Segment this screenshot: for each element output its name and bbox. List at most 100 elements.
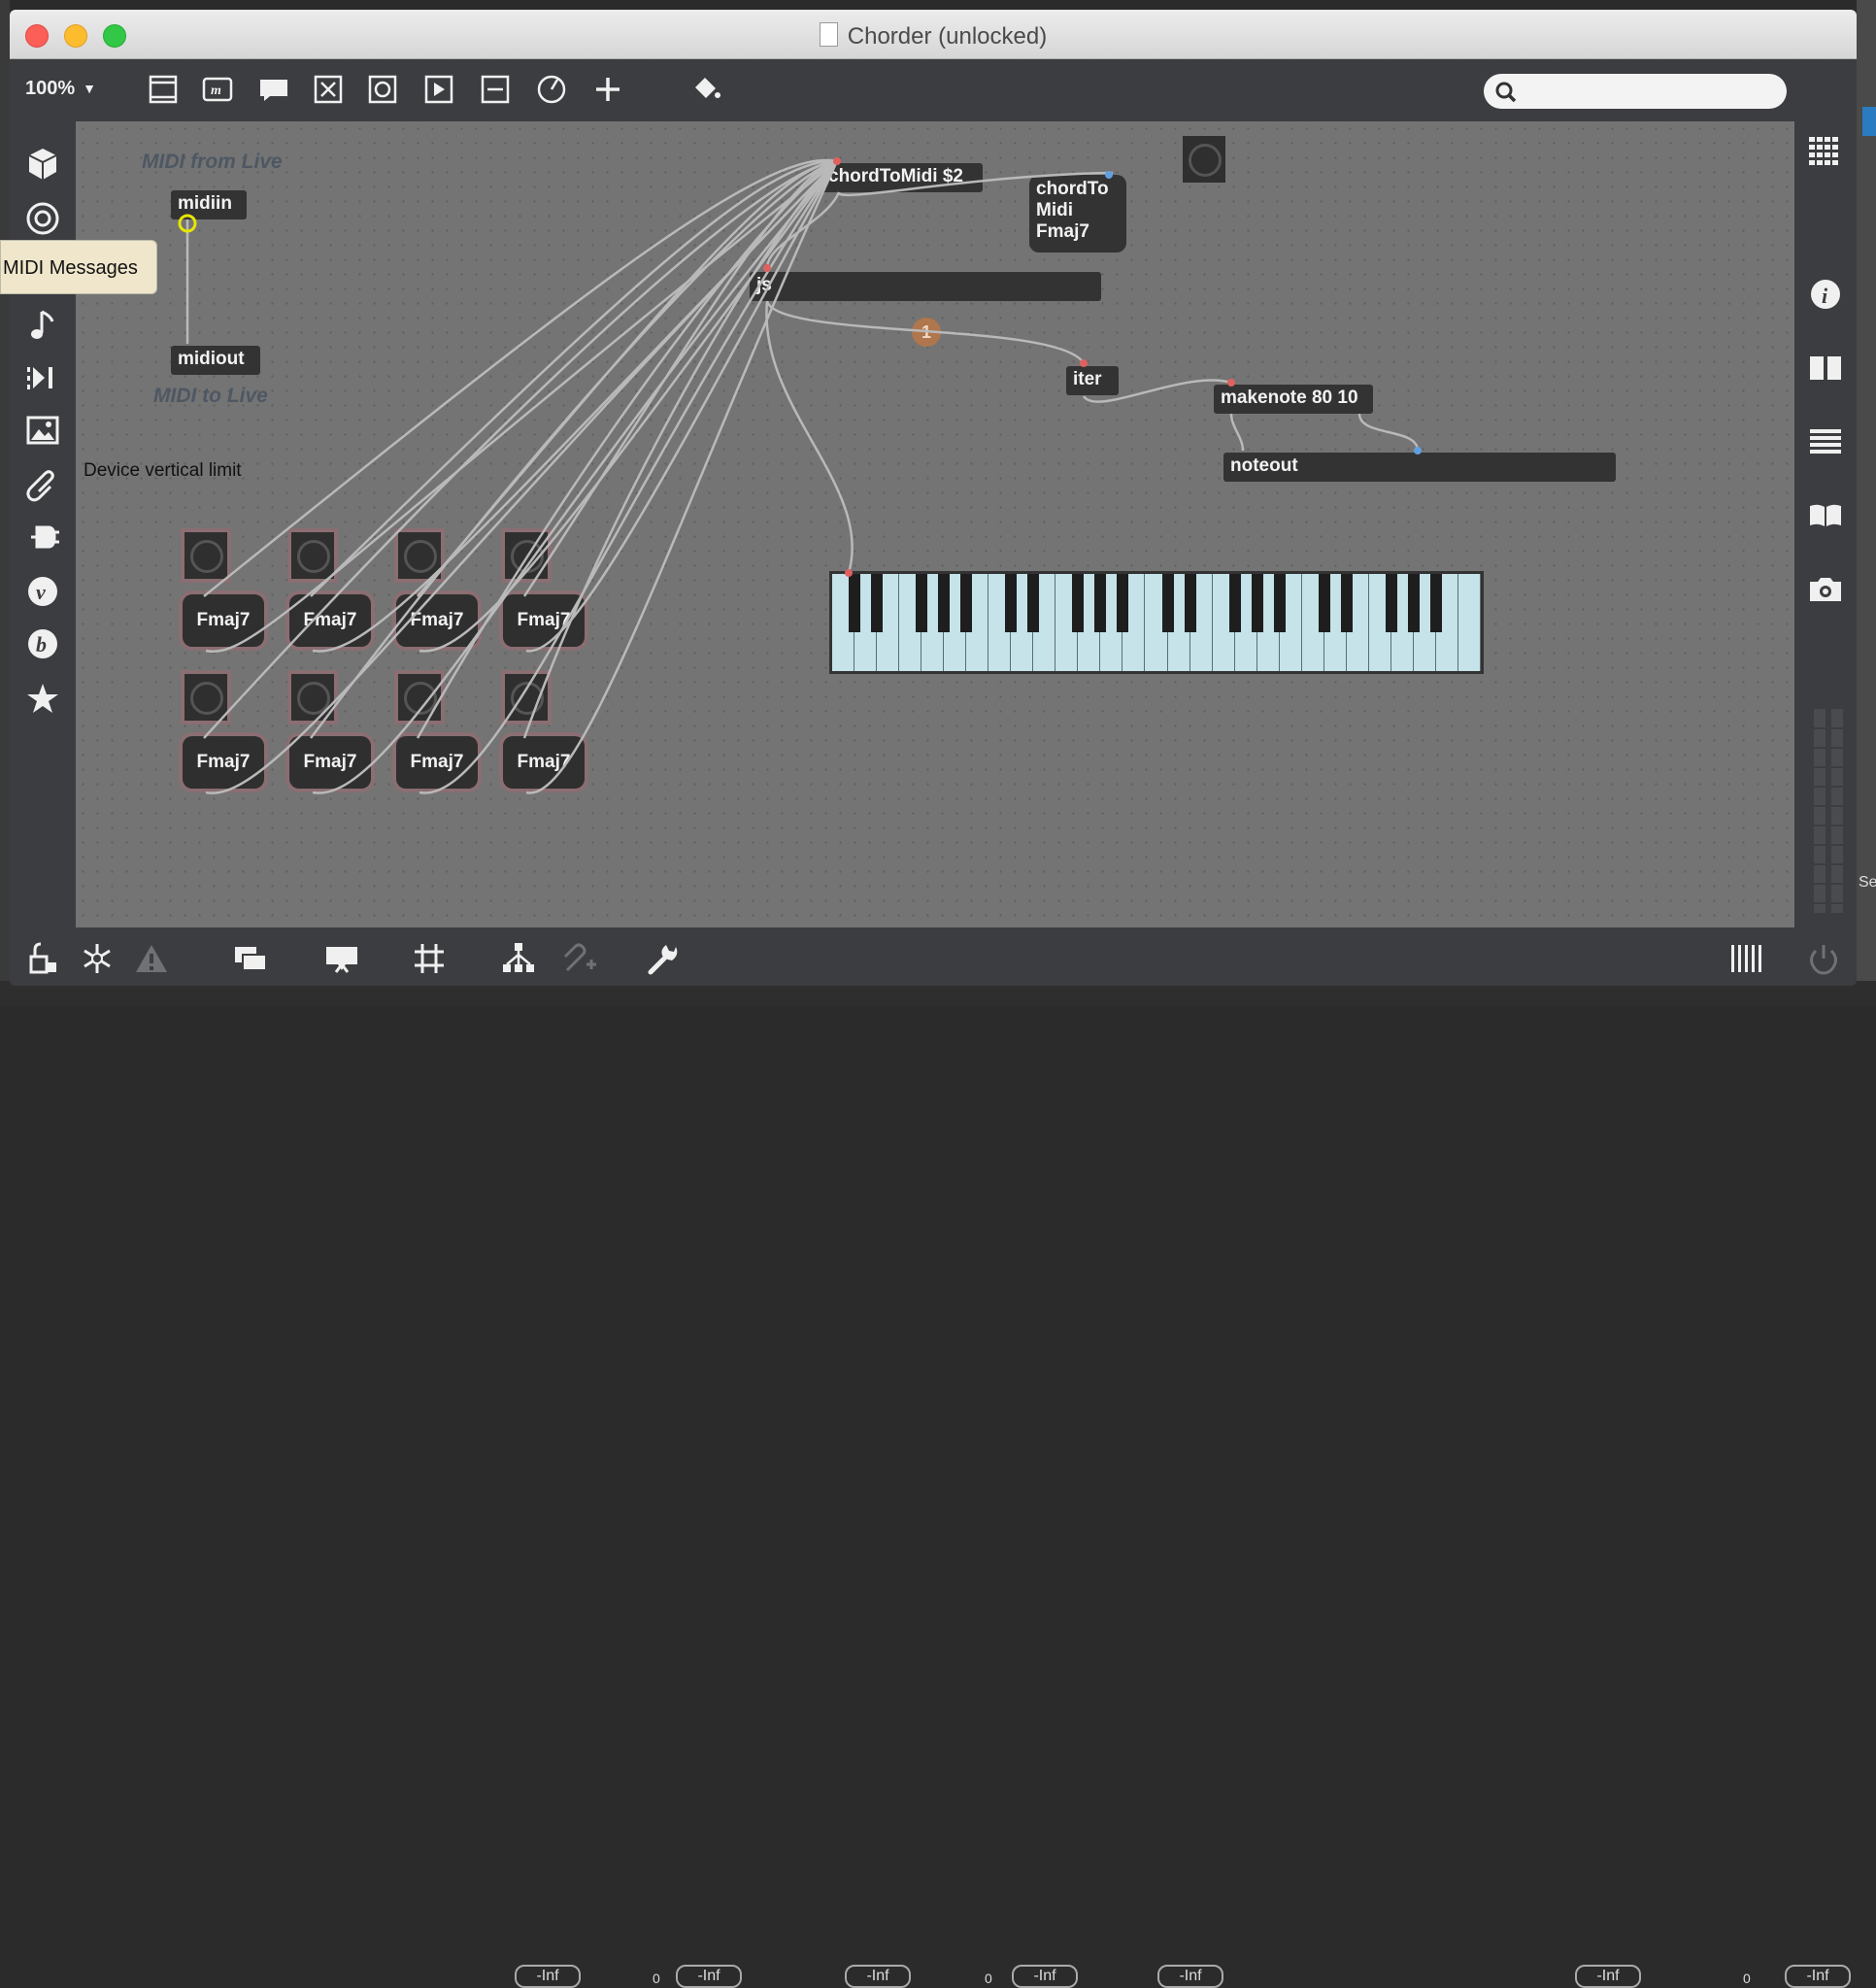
circle-icon[interactable] bbox=[23, 199, 62, 238]
piano-black-key[interactable] bbox=[1228, 574, 1241, 632]
paint-bucket-icon[interactable] bbox=[687, 71, 722, 106]
noteout-object[interactable]: noteout bbox=[1223, 453, 1616, 482]
new-object-icon[interactable] bbox=[146, 71, 181, 106]
level-meter[interactable]: -Inf bbox=[1785, 1965, 1851, 1988]
piano-black-key[interactable] bbox=[916, 574, 928, 632]
piano-black-key[interactable] bbox=[871, 574, 884, 632]
search-field[interactable] bbox=[1484, 74, 1787, 109]
wrench-icon[interactable] bbox=[643, 939, 682, 978]
chord-message[interactable]: Fmaj7 bbox=[396, 736, 478, 789]
piano-black-key[interactable] bbox=[1318, 574, 1330, 632]
dial-icon[interactable] bbox=[534, 71, 569, 106]
chord-bang[interactable] bbox=[505, 532, 548, 579]
piano-black-key[interactable] bbox=[1005, 574, 1018, 632]
power-icon[interactable] bbox=[1804, 939, 1843, 978]
cube-icon[interactable] bbox=[23, 145, 62, 184]
level-meter[interactable]: -Inf bbox=[515, 1965, 581, 1988]
midiout-object[interactable]: midiout bbox=[171, 346, 260, 375]
columns-icon[interactable] bbox=[1726, 939, 1765, 978]
sequencer-icon[interactable] bbox=[23, 358, 62, 397]
warning-icon[interactable] bbox=[132, 939, 171, 978]
comment-midi-from-live[interactable]: MIDI from Live bbox=[142, 151, 283, 174]
level-meter[interactable]: -Inf bbox=[1157, 1965, 1223, 1988]
grid-icon[interactable] bbox=[410, 939, 449, 978]
level-meter[interactable]: -Inf bbox=[1012, 1965, 1078, 1988]
chord-message[interactable]: Fmaj7 bbox=[503, 736, 585, 789]
chord-message[interactable]: Fmaj7 bbox=[183, 736, 264, 789]
chord-to-midi-comment[interactable]: chordTo Midi Fmaj7 bbox=[1029, 175, 1126, 253]
info-icon[interactable]: i bbox=[1806, 275, 1845, 314]
chord-message[interactable]: Fmaj7 bbox=[183, 594, 264, 647]
js-object[interactable]: js bbox=[750, 272, 1101, 301]
piano-black-key[interactable] bbox=[1251, 574, 1263, 632]
note-icon[interactable] bbox=[23, 306, 62, 345]
star-icon[interactable] bbox=[23, 679, 62, 718]
level-meter[interactable]: -Inf bbox=[676, 1965, 742, 1988]
message-icon[interactable]: m bbox=[200, 71, 235, 106]
piano-black-key[interactable] bbox=[960, 574, 973, 632]
piano-black-key[interactable] bbox=[849, 574, 861, 632]
chord-bang[interactable] bbox=[398, 532, 441, 579]
chord-bang[interactable] bbox=[505, 674, 548, 721]
paperclip-icon[interactable] bbox=[23, 465, 62, 504]
toolbar: 100% ▼ m bbox=[10, 59, 1857, 121]
iter-object[interactable]: iter bbox=[1066, 366, 1119, 395]
makenote-object[interactable]: makenote 80 10 bbox=[1214, 385, 1373, 414]
split-icon[interactable] bbox=[1806, 349, 1845, 387]
slider-icon[interactable] bbox=[478, 71, 513, 106]
bang-button[interactable] bbox=[1183, 136, 1225, 183]
grid-icon[interactable] bbox=[1806, 131, 1845, 170]
chord-message[interactable]: Fmaj7 bbox=[289, 736, 371, 789]
piano-black-key[interactable] bbox=[1184, 574, 1196, 632]
hierarchy-icon[interactable] bbox=[499, 939, 538, 978]
lock-icon[interactable] bbox=[25, 939, 64, 978]
button-icon[interactable] bbox=[365, 71, 400, 106]
piano-black-key[interactable] bbox=[1094, 574, 1107, 632]
piano-white-key[interactable] bbox=[1458, 574, 1481, 671]
level-meter[interactable]: -Inf bbox=[845, 1965, 911, 1988]
b-icon[interactable]: b bbox=[23, 624, 62, 663]
patcher-canvas[interactable] bbox=[76, 121, 1794, 927]
piano-black-key[interactable] bbox=[1027, 574, 1040, 632]
windows-icon[interactable] bbox=[231, 939, 270, 978]
piano-black-key[interactable] bbox=[938, 574, 951, 632]
chord-message[interactable]: Fmaj7 bbox=[396, 594, 478, 647]
camera-icon[interactable] bbox=[1806, 570, 1845, 609]
piano-keyboard[interactable] bbox=[829, 571, 1484, 674]
title-bar[interactable]: Chorder (unlocked) bbox=[10, 10, 1857, 59]
image-icon[interactable] bbox=[23, 411, 62, 450]
chord-bang[interactable] bbox=[184, 532, 227, 579]
chord-message[interactable]: Fmaj7 bbox=[289, 594, 371, 647]
freeze-icon[interactable] bbox=[78, 939, 117, 978]
plus-icon[interactable] bbox=[590, 71, 625, 106]
presentation-icon[interactable] bbox=[322, 939, 361, 978]
piano-black-key[interactable] bbox=[1072, 574, 1085, 632]
snap-icon[interactable] bbox=[559, 939, 598, 978]
piano-black-key[interactable] bbox=[1273, 574, 1286, 632]
piano-black-key[interactable] bbox=[1385, 574, 1397, 632]
piano-black-key[interactable] bbox=[1161, 574, 1174, 632]
chord-bang[interactable] bbox=[291, 674, 334, 721]
chord-bang[interactable] bbox=[291, 532, 334, 579]
toggle-icon[interactable] bbox=[311, 71, 346, 106]
piano-black-key[interactable] bbox=[1429, 574, 1442, 632]
plug-icon[interactable] bbox=[23, 518, 62, 556]
piano-black-key[interactable] bbox=[1340, 574, 1353, 632]
piano-black-key[interactable] bbox=[1117, 574, 1129, 632]
play-icon[interactable] bbox=[421, 71, 456, 106]
chord-to-midi-message[interactable]: chordToMidi $2 bbox=[821, 163, 983, 192]
comment-midi-to-live[interactable]: MIDI to Live bbox=[153, 385, 268, 408]
chord-message[interactable]: Fmaj7 bbox=[503, 594, 585, 647]
chord-bang[interactable] bbox=[398, 674, 441, 721]
book-icon[interactable] bbox=[1806, 496, 1845, 535]
zoom-menu[interactable]: 100% ▼ bbox=[25, 71, 96, 106]
v-icon[interactable]: v bbox=[23, 572, 62, 611]
midiin-object[interactable]: midiin bbox=[171, 190, 247, 219]
level-meter[interactable]: -Inf bbox=[1575, 1965, 1641, 1988]
comment-device-vertical-limit[interactable]: Device vertical limit bbox=[84, 460, 242, 482]
chord-bang[interactable] bbox=[184, 674, 227, 721]
chord-to-midi-line: chordTo bbox=[1036, 179, 1109, 199]
list-icon[interactable] bbox=[1806, 422, 1845, 461]
piano-black-key[interactable] bbox=[1407, 574, 1420, 632]
comment-icon[interactable] bbox=[256, 71, 291, 106]
